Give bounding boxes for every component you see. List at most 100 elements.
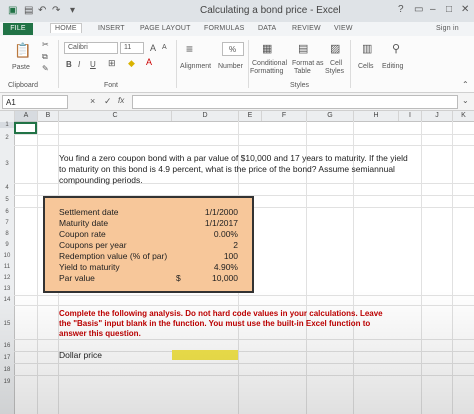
input-value-par-value[interactable]: 10,000 — [196, 273, 238, 283]
row-header[interactable]: 3 — [0, 161, 14, 167]
row-header[interactable]: 17 — [0, 355, 14, 361]
row-header[interactable]: 4 — [0, 185, 14, 191]
collapse-ribbon-icon[interactable]: ⌃ — [462, 80, 469, 89]
column-header-b[interactable]: B — [38, 111, 59, 121]
row-header[interactable]: 19 — [0, 379, 14, 385]
tab-review[interactable]: REVIEW — [292, 25, 321, 32]
input-value-redemption[interactable]: 100 — [196, 251, 238, 261]
tab-file[interactable]: FILE — [3, 23, 33, 35]
customize-qat-icon[interactable]: ▾ — [70, 5, 75, 16]
tab-insert[interactable]: INSERT — [98, 25, 125, 32]
cut-icon[interactable]: ✂ — [42, 40, 49, 49]
row-header[interactable]: 13 — [0, 286, 14, 292]
column-header-g[interactable]: G — [307, 111, 354, 121]
format-as-table-button[interactable]: Format as — [292, 60, 324, 67]
dollar-price-cell[interactable] — [172, 350, 238, 360]
save-icon[interactable]: ▤ — [24, 5, 33, 16]
cells-icon[interactable]: ▥ — [362, 42, 372, 55]
cell-styles-icon[interactable]: ▨ — [330, 42, 340, 55]
font-group-label: Font — [104, 82, 119, 89]
italic-button[interactable]: I — [78, 60, 80, 69]
tab-view[interactable]: VIEW — [334, 25, 353, 32]
copy-icon[interactable]: ⧉ — [42, 52, 48, 62]
close-icon[interactable]: ✕ — [461, 4, 469, 15]
row-header[interactable]: 10 — [0, 253, 14, 259]
maximize-icon[interactable]: □ — [446, 4, 452, 15]
number-button[interactable]: Number — [218, 63, 243, 70]
number-format-box[interactable]: % — [222, 42, 244, 56]
row-header[interactable]: 6 — [0, 209, 14, 215]
column-header-d[interactable]: D — [172, 111, 239, 121]
fill-color-icon[interactable]: ◆ — [128, 58, 135, 69]
input-value-coupon-rate[interactable]: 0.00% — [196, 229, 238, 239]
cell-styles-button[interactable]: Cell — [330, 60, 342, 67]
cells-button[interactable]: Cells — [358, 63, 374, 70]
undo-icon[interactable]: ↶ — [38, 5, 46, 16]
ribbon-home: 📋 Paste ✂ ⧉ ✎ Clipboard Calibri 11 A A B… — [0, 36, 474, 93]
format-painter-icon[interactable]: ✎ — [42, 64, 49, 73]
row-header[interactable]: 7 — [0, 220, 14, 226]
paste-icon[interactable]: 📋 — [14, 42, 31, 59]
editing-button[interactable]: Editing — [382, 63, 403, 70]
sign-in-link[interactable]: Sign in — [436, 25, 459, 32]
column-header-c[interactable]: C — [59, 111, 172, 121]
row-header[interactable]: 1 — [0, 122, 14, 128]
cell-styles-label: Styles — [325, 68, 345, 75]
column-header-i[interactable]: I — [399, 111, 422, 121]
font-size-select[interactable]: 11 — [120, 42, 144, 54]
format-as-table-icon[interactable]: ▤ — [298, 42, 308, 55]
row-header[interactable]: 9 — [0, 242, 14, 248]
conditional-formatting-button[interactable]: Conditional — [252, 60, 287, 67]
insert-function-button[interactable]: fx — [118, 96, 124, 105]
input-value-maturity[interactable]: 1/1/2017 — [196, 218, 238, 228]
tab-data[interactable]: DATA — [258, 25, 276, 32]
alignment-icon[interactable]: ≡ — [186, 42, 193, 56]
row-header[interactable]: 16 — [0, 343, 14, 349]
cancel-entry-button[interactable]: × — [90, 96, 95, 106]
row-header[interactable]: 11 — [0, 264, 14, 270]
input-value-ytm[interactable]: 4.90% — [196, 262, 238, 272]
help-button[interactable]: ? — [398, 4, 404, 15]
column-header-k[interactable]: K — [453, 111, 474, 121]
bold-button[interactable]: B — [66, 60, 72, 69]
ribbon-display-icon[interactable]: ▭ — [414, 4, 423, 15]
font-color-icon[interactable]: A — [146, 57, 152, 67]
tab-home[interactable]: HOME — [50, 23, 82, 33]
select-all-corner[interactable] — [0, 111, 15, 121]
column-header-f[interactable]: F — [262, 111, 307, 121]
row-header[interactable]: 15 — [0, 321, 14, 327]
column-header-e[interactable]: E — [239, 111, 262, 121]
row-header[interactable]: 14 — [0, 297, 14, 303]
clipboard-group-label: Clipboard — [8, 82, 38, 89]
conditional-formatting-icon[interactable]: ▦ — [262, 42, 272, 55]
row-header[interactable]: 18 — [0, 367, 14, 373]
conditional-formatting-label: Formatting — [250, 68, 284, 75]
row-header[interactable]: 2 — [0, 135, 14, 141]
binoculars-icon[interactable]: ⚲ — [392, 42, 400, 55]
tab-formulas[interactable]: FORMULAS — [204, 25, 245, 32]
gridline — [14, 339, 474, 340]
borders-icon[interactable]: ⊞ — [108, 58, 116, 69]
increase-font-button[interactable]: A — [150, 43, 156, 53]
paste-button[interactable]: Paste — [12, 64, 30, 71]
redo-icon[interactable]: ↷ — [52, 5, 60, 16]
input-value-settlement[interactable]: 1/1/2000 — [196, 207, 238, 217]
formula-input[interactable] — [132, 95, 458, 109]
column-header-j[interactable]: J — [422, 111, 453, 121]
column-header-h[interactable]: H — [354, 111, 399, 121]
name-box[interactable]: A1 — [2, 95, 68, 109]
input-value-coupons-per-year[interactable]: 2 — [196, 240, 238, 250]
underline-button[interactable]: U — [90, 60, 96, 69]
row-header[interactable]: 12 — [0, 275, 14, 281]
decrease-font-button[interactable]: A — [162, 44, 167, 51]
enter-entry-button[interactable]: ✓ — [104, 96, 112, 107]
active-cell-a1[interactable] — [14, 122, 37, 134]
font-name-select[interactable]: Calibri — [64, 42, 118, 54]
alignment-button[interactable]: Alignment — [180, 63, 211, 70]
row-header[interactable]: 5 — [0, 197, 14, 203]
row-header[interactable]: 8 — [0, 231, 14, 237]
expand-formula-bar-icon[interactable]: ⌄ — [462, 96, 469, 105]
minimize-icon[interactable]: – — [430, 4, 436, 15]
tab-page-layout[interactable]: PAGE LAYOUT — [140, 25, 191, 32]
column-header-a[interactable]: A — [15, 111, 38, 121]
